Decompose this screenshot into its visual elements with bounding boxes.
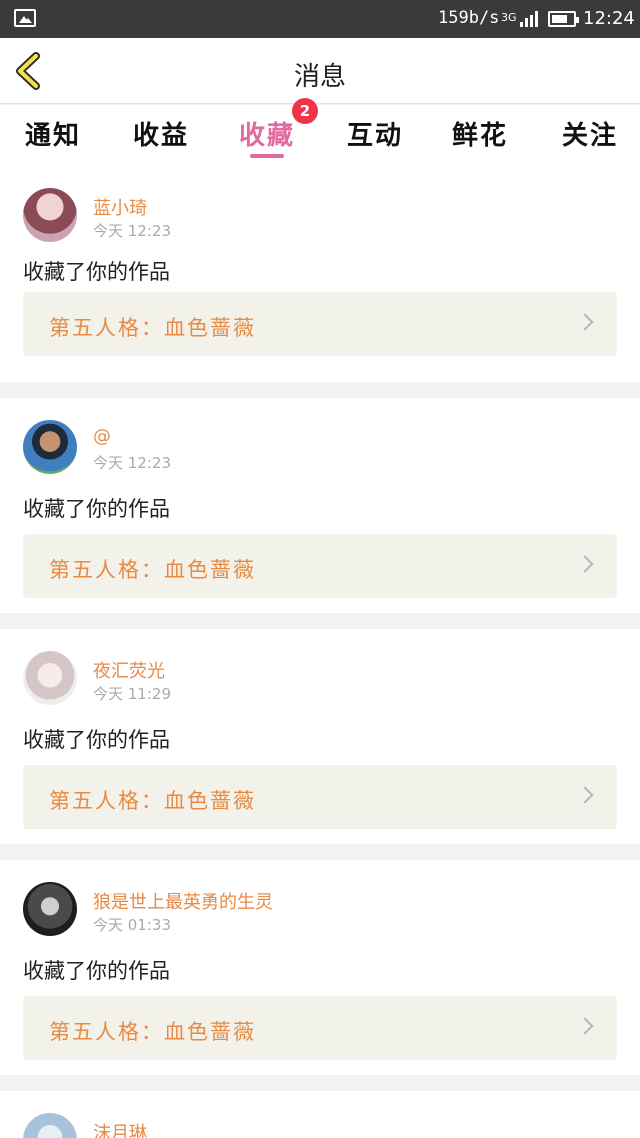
tab-interaction[interactable]: 互动 [347, 115, 403, 152]
timestamp: 今天 12:23 [93, 222, 171, 240]
timestamp: 今天 12:23 [93, 454, 171, 472]
status-bar: 159b/s 3G 12:24 [0, 0, 640, 38]
username[interactable]: 狼是世上最英勇的生灵 [93, 888, 273, 914]
unread-badge: 2 [292, 98, 318, 124]
action-text: 收藏了你的作品 [23, 497, 170, 521]
avatar[interactable] [23, 1113, 77, 1138]
action-text: 收藏了你的作品 [23, 959, 170, 983]
status-time: 12:24 [583, 8, 635, 29]
work-title: 第五人格：血色蔷薇 [49, 558, 256, 582]
network-speed: 159b/s [438, 8, 500, 28]
list-item[interactable]: 狼是世上最英勇的生灵 今天 01:33 收藏了你的作品 第五人格：血色蔷薇 [0, 860, 640, 1075]
list-item[interactable]: @ 今天 12:23 收藏了你的作品 第五人格：血色蔷薇 [0, 398, 640, 613]
tab-notice[interactable]: 通知 [25, 115, 81, 152]
avatar[interactable] [23, 651, 77, 705]
action-text: 收藏了你的作品 [23, 260, 170, 284]
avatar[interactable] [23, 420, 77, 474]
username[interactable]: 蓝小琦 [93, 194, 147, 220]
avatar[interactable] [23, 188, 77, 242]
chevron-right-icon [576, 313, 594, 331]
work-link[interactable]: 第五人格：血色蔷薇 [23, 996, 617, 1060]
work-link[interactable]: 第五人格：血色蔷薇 [23, 292, 617, 356]
work-title: 第五人格：血色蔷薇 [49, 316, 256, 340]
work-title: 第五人格：血色蔷薇 [49, 789, 256, 813]
work-link[interactable]: 第五人格：血色蔷薇 [23, 534, 617, 598]
signal-icon [520, 11, 540, 27]
tab-bar: 通知 收益 收藏 2 互动 鲜花 关注 [0, 98, 640, 170]
chevron-right-icon [576, 786, 594, 804]
timestamp: 今天 01:33 [93, 916, 171, 934]
network-type: 3G [501, 11, 517, 24]
avatar[interactable] [23, 882, 77, 936]
chevron-right-icon [576, 555, 594, 573]
username[interactable]: 夜汇荧光 [93, 657, 165, 683]
chevron-right-icon [576, 1017, 594, 1035]
gallery-icon [14, 9, 36, 27]
username[interactable]: 沫月琳 [93, 1119, 147, 1138]
battery-icon [548, 11, 579, 27]
list-item[interactable]: 夜汇荧光 今天 11:29 收藏了你的作品 第五人格：血色蔷薇 [0, 629, 640, 844]
tab-following[interactable]: 关注 [562, 115, 618, 152]
work-link[interactable]: 第五人格：血色蔷薇 [23, 765, 617, 829]
timestamp: 今天 11:29 [93, 685, 171, 703]
page-title: 消息 [293, 62, 346, 92]
tab-flowers[interactable]: 鲜花 [452, 115, 508, 152]
tab-favorites[interactable]: 收藏 [239, 115, 295, 152]
username[interactable]: @ [93, 426, 111, 447]
tab-earnings[interactable]: 收益 [133, 115, 189, 152]
header: 消息 [0, 38, 640, 104]
list-item[interactable]: 沫月琳 [0, 1091, 640, 1138]
list-item[interactable]: 蓝小琦 今天 12:23 收藏了你的作品 第五人格：血色蔷薇 [0, 170, 640, 382]
active-tab-indicator [250, 154, 284, 158]
work-title: 第五人格：血色蔷薇 [49, 1020, 256, 1044]
action-text: 收藏了你的作品 [23, 728, 170, 752]
